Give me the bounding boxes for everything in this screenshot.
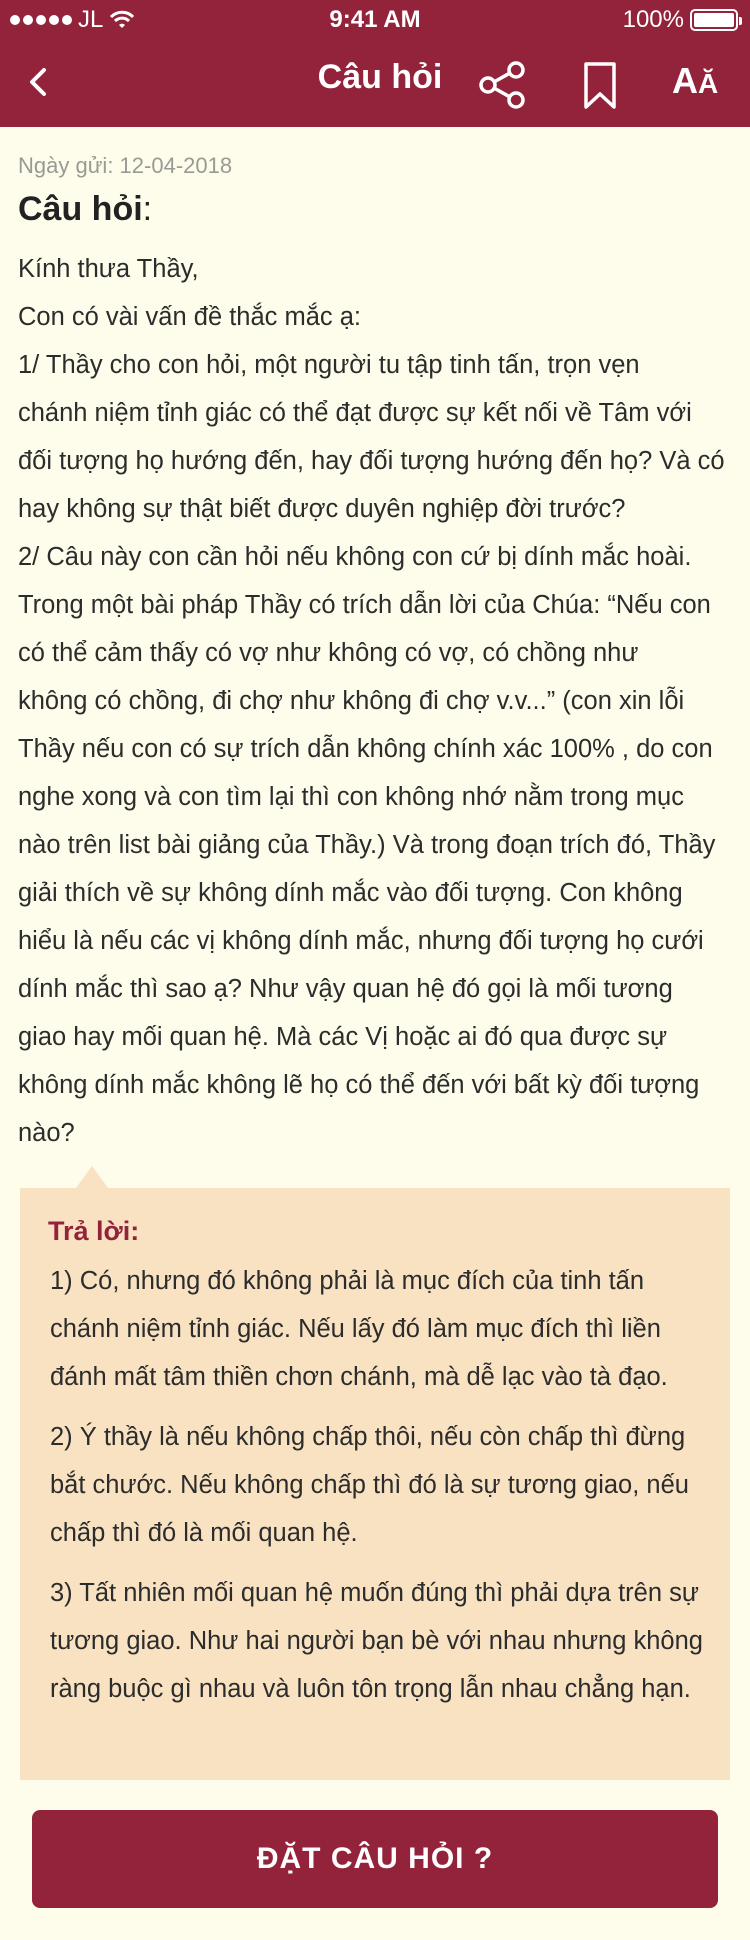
font-size-button[interactable]: AĂ bbox=[672, 60, 726, 110]
status-right: 100% bbox=[622, 6, 742, 34]
answer-paragraph: 3) Tất nhiên mối quan hệ muốn đúng thì p… bbox=[50, 1579, 703, 1703]
chevron-left-icon bbox=[30, 68, 46, 96]
back-button[interactable] bbox=[24, 62, 54, 102]
question-line: nghe xong và con tìm lại thì con không n… bbox=[18, 783, 684, 811]
question-line: hiểu là nếu các vị không dính mắc, nhưng… bbox=[18, 927, 704, 955]
question-line: giải thích về sự không dính mắc vào đối … bbox=[18, 879, 683, 907]
question-heading: Câu hỏi: bbox=[18, 190, 153, 228]
ask-question-button[interactable]: ĐẶT CÂU HỎI ? bbox=[32, 1810, 718, 1908]
bookmark-icon bbox=[584, 62, 616, 109]
question-line: có thể cảm thấy có vợ như không có vợ, c… bbox=[18, 639, 639, 667]
answer-body: 1) Có, nhưng đó không phải là mục đích c… bbox=[50, 1257, 710, 1725]
answer-title: Trả lời: bbox=[48, 1216, 140, 1246]
submit-date: Ngày gửi: 12-04-2018 bbox=[18, 153, 233, 178]
question-line: đối tượng họ hướng đến, hay đối tượng hư… bbox=[18, 447, 725, 475]
status-bar: JL 9:41 AM 100% bbox=[0, 0, 750, 40]
share-button[interactable] bbox=[478, 60, 528, 110]
page-title: Câu hỏi bbox=[317, 58, 443, 96]
question-line: dính mắc thì sao ạ? Như vậy quan hệ đó g… bbox=[18, 975, 673, 1003]
question-line: 1/ Thầy cho con hỏi, một người tu tập ti… bbox=[18, 351, 640, 379]
bookmark-button[interactable] bbox=[580, 60, 620, 112]
battery-percent: 100% bbox=[622, 6, 684, 33]
share-icon bbox=[479, 61, 525, 109]
question-line: không có chồng, đi chợ như không đi chợ … bbox=[18, 687, 685, 715]
battery-icon bbox=[690, 9, 742, 31]
question-body: Kính thưa Thầy, Con có vài vấn đề thắc m… bbox=[18, 245, 734, 1157]
answer-pointer bbox=[76, 1166, 108, 1188]
question-heading-label: Câu hỏi bbox=[18, 190, 143, 228]
question-line: 2/ Câu này con cần hỏi nếu không con cứ … bbox=[18, 543, 692, 571]
question-line: nào trên list bài giảng của Thầy.) Và tr… bbox=[18, 831, 716, 859]
answer-paragraph: 2) Ý thầy là nếu không chấp thôi, nếu cò… bbox=[50, 1423, 689, 1547]
question-line: nào? bbox=[18, 1119, 75, 1147]
question-line: hay không sự thật biết được duyên nghiệp… bbox=[18, 495, 626, 523]
font-size-icon: AĂ bbox=[672, 60, 719, 101]
question-line: Con có vài vấn đề thắc mắc ạ: bbox=[18, 303, 362, 331]
question-line: Kính thưa Thầy, bbox=[18, 255, 199, 283]
question-line: chánh niệm tỉnh giác có thể đạt được sự … bbox=[18, 399, 692, 427]
app-header: JL 9:41 AM 100% Câu hỏi AĂ bbox=[0, 0, 750, 127]
question-line: không dính mắc không lẽ họ có thể đến vớ… bbox=[18, 1071, 700, 1099]
question-line: Trong một bài pháp Thầy có trích dẫn lời… bbox=[18, 591, 711, 619]
question-line: Thầy nếu con có sự trích dẫn không chính… bbox=[18, 735, 713, 763]
question-line: giao hay mối quan hệ. Mà các Vị hoặc ai … bbox=[18, 1023, 668, 1051]
answer-paragraph: 1) Có, nhưng đó không phải là mục đích c… bbox=[50, 1267, 668, 1391]
